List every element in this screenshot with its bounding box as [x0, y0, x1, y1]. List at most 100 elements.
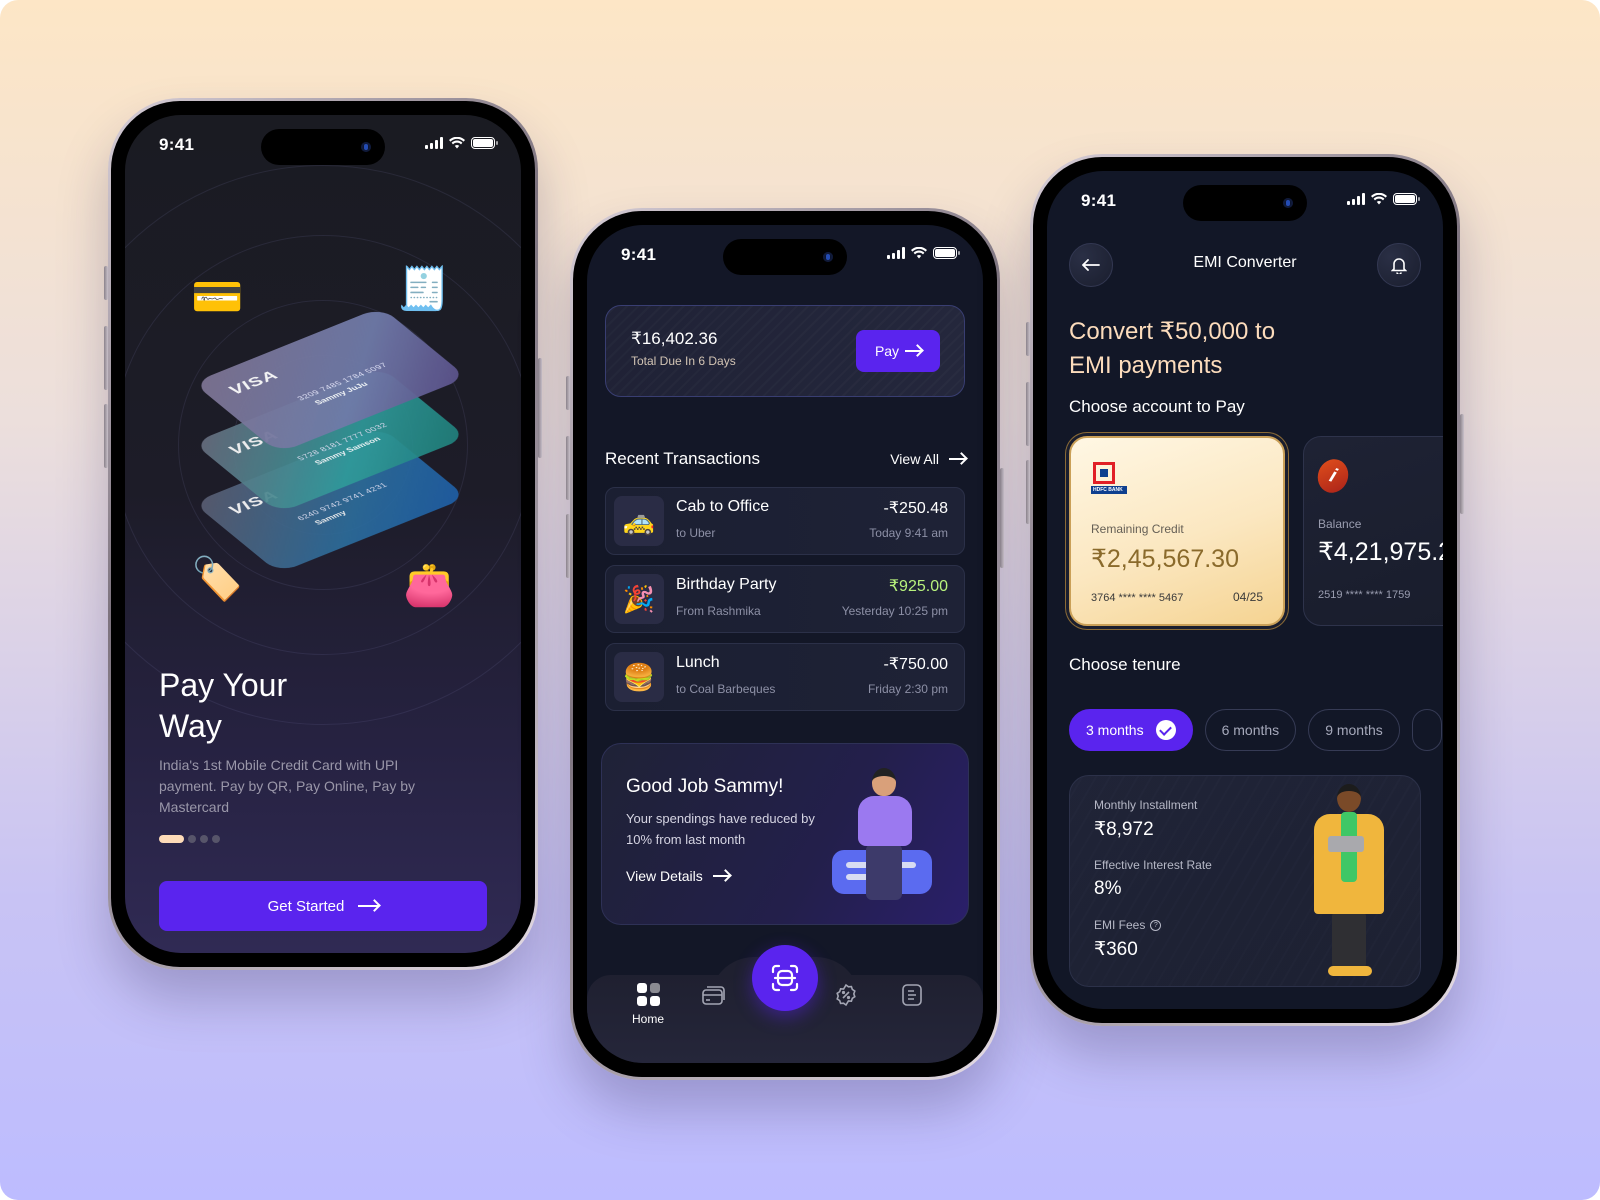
status-bar: 9:41: [587, 243, 983, 267]
arrow-right-icon: [358, 905, 379, 907]
get-started-button[interactable]: Get Started: [159, 881, 487, 931]
promo-title: Good Job Sammy!: [626, 776, 784, 797]
nav-item-cards[interactable]: [689, 983, 739, 1033]
account-amount: ₹2,45,567.30: [1091, 545, 1239, 573]
pay-button[interactable]: Pay: [856, 330, 940, 372]
pay-label: Pay: [874, 343, 900, 359]
transaction-row[interactable]: 🚕 Cab to Office to Uber -₹250.48 Today 9…: [605, 487, 965, 555]
onboarding-description: India's 1st Mobile Credit Card with UPI …: [159, 757, 416, 815]
status-time: 9:41: [159, 135, 195, 154]
account-card-hdfc-selected[interactable]: HDFC BANK Remaining Credit ₹2,45,567.30 …: [1069, 436, 1285, 626]
volume-down-button: [104, 404, 108, 468]
action-button: [104, 266, 108, 300]
interest-rate-value: 8%: [1094, 878, 1122, 899]
volume-up-button: [1026, 382, 1030, 446]
card-number: 2519 **** **** 1759: [1318, 589, 1411, 601]
total-due-card: ₹16,402.36 Total Due In 6 Days Pay: [605, 305, 965, 397]
icici-bank-logo: i: [1313, 454, 1353, 498]
get-started-label: Get Started: [267, 897, 345, 915]
emi-converter-screen: 9:41 EMI Converter Convert ₹50,000 to EM…: [1047, 171, 1443, 1009]
promo-text: Your spendings have reduced by 10% from …: [626, 811, 815, 847]
wifi-icon: [911, 247, 927, 259]
status-bar: 9:41: [125, 133, 521, 157]
notifications-button[interactable]: [1377, 243, 1421, 287]
power-button: [1000, 468, 1004, 568]
due-amount: ₹16,402.36: [631, 329, 718, 348]
check-circle-icon: [1155, 720, 1176, 740]
nav-item-home[interactable]: Home: [623, 983, 673, 1033]
emi-fees: EMI Fees? ₹360: [1094, 918, 1162, 961]
tenure-label: 6 months: [1221, 722, 1280, 738]
home-grid-icon: [636, 983, 660, 1006]
monthly-installment-label: Monthly Installment: [1094, 798, 1198, 812]
showcase-background: 9:41 💳 🧾 🏷️ 👛 VISA 6240 9742 9741 4231 S…: [0, 0, 1600, 1200]
help-icon[interactable]: ?: [1150, 919, 1162, 931]
transaction-subtitle: to Uber: [676, 526, 716, 540]
account-amount: ₹4,21,975.2: [1318, 538, 1443, 566]
transaction-date: Yesterday 10:25 pm: [841, 604, 948, 618]
taxi-icon: 🚕: [614, 496, 664, 546]
man-with-tablet-illustration: [1304, 784, 1394, 980]
nav-item-offers[interactable]: [821, 983, 871, 1033]
emi-fees-value: ₹360: [1094, 939, 1138, 960]
emi-summary-card: Monthly Installment ₹8,972 Effective Int…: [1069, 775, 1421, 987]
page-dot[interactable]: [188, 835, 196, 843]
interest-rate-label: Effective Interest Rate: [1094, 858, 1212, 872]
transaction-subtitle: to Coal Barbeques: [676, 682, 776, 696]
wifi-icon: [1371, 193, 1387, 205]
power-button: [538, 358, 542, 458]
onboarding-title: Pay Your Way: [159, 667, 288, 744]
volume-up-button: [566, 436, 570, 500]
power-button: [1460, 414, 1464, 514]
account-card-icici[interactable]: i Balance ₹4,21,975.2 2519 **** **** 175…: [1303, 436, 1443, 626]
page-dot[interactable]: [200, 835, 208, 843]
scan-qr-button[interactable]: [752, 945, 818, 1011]
tenure-options: 3 months 6 months 9 months: [1069, 709, 1442, 751]
status-time: 9:41: [621, 245, 657, 264]
page-dot[interactable]: [212, 835, 220, 843]
tenure-chip-6-months[interactable]: 6 months: [1204, 709, 1297, 751]
phone-emi-converter: 9:41 EMI Converter Convert ₹50,000 to EM…: [1026, 154, 1464, 1026]
view-all-transactions-link[interactable]: View All: [890, 451, 965, 467]
page-dot-active[interactable]: [159, 835, 184, 843]
hdfc-bank-logo: HDFC BANK: [1091, 462, 1127, 494]
transaction-subtitle: From Rashmika: [676, 604, 761, 618]
page-indicator: [159, 835, 220, 843]
burger-icon: 🍔: [614, 652, 664, 702]
signal-icon: [425, 137, 443, 149]
onboarding-screen: 9:41 💳 🧾 🏷️ 👛 VISA 6240 9742 9741 4231 S…: [125, 115, 521, 953]
transaction-title: Birthday Party: [676, 576, 777, 593]
signal-icon: [887, 247, 905, 259]
recent-transactions-header: Recent Transactions View All: [605, 449, 965, 469]
card-stack-illustration: VISA 6240 9742 9741 4231 Sammy VISA 5728…: [155, 285, 495, 625]
status-time: 9:41: [1081, 191, 1117, 210]
tenure-chip-3-months[interactable]: 3 months: [1069, 709, 1193, 751]
view-all-label: View All: [890, 451, 939, 467]
wifi-icon: [449, 137, 465, 149]
transaction-title: Cab to Office: [676, 498, 770, 515]
signal-icon: [1347, 193, 1365, 205]
monthly-installment: Monthly Installment ₹8,972: [1094, 798, 1197, 841]
account-label: Remaining Credit: [1091, 522, 1184, 536]
tenure-chip-9-months[interactable]: 9 months: [1308, 709, 1400, 751]
arrow-right-icon: [905, 350, 922, 352]
battery-icon: [1393, 193, 1420, 205]
view-details-link[interactable]: View Details: [626, 868, 729, 884]
choose-account-label: Choose account to Pay: [1069, 397, 1245, 416]
transaction-date: Today 9:41 am: [869, 526, 948, 540]
nav-item-statements[interactable]: [887, 983, 937, 1033]
nav-label-home: Home: [631, 1012, 664, 1026]
view-details-label: View Details: [626, 868, 703, 884]
transaction-row[interactable]: 🍔 Lunch to Coal Barbeques -₹750.00 Frida…: [605, 643, 965, 711]
transaction-row[interactable]: 🎉 Birthday Party From Rashmika ₹925.00 Y…: [605, 565, 965, 633]
transaction-amount: ₹925.00: [888, 578, 948, 595]
interest-rate: Effective Interest Rate 8%: [1094, 858, 1212, 900]
emi-hero-heading: Convert ₹50,000 to EMI payments: [1069, 318, 1276, 379]
action-button: [1026, 322, 1030, 356]
transaction-amount: -₹750.00: [883, 656, 948, 673]
home-screen: 9:41 ₹16,402.36 Total Due In 6 Days Pay: [587, 225, 983, 1063]
tenure-chip-more[interactable]: [1411, 709, 1442, 751]
document-icon: [902, 984, 922, 1006]
monthly-installment-value: ₹8,972: [1094, 819, 1154, 840]
battery-icon: [933, 247, 960, 259]
